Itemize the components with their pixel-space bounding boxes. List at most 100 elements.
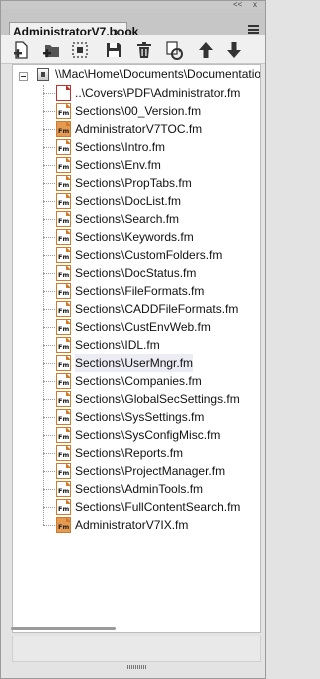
fm-file-icon: Fm — [56, 517, 71, 533]
tree-item-label: Sections\00_Version.fm — [75, 104, 202, 118]
tree-connector-branch — [43, 471, 55, 472]
panel-menu-icon[interactable] — [248, 25, 259, 34]
fm-file-icon: Fm — [56, 175, 71, 191]
tree-connector-branch — [43, 363, 55, 364]
tree-item[interactable]: Fm Sections\CustEnvWeb.fm — [13, 318, 260, 336]
tree-item[interactable]: Fm Sections\SysConfigMisc.fm — [13, 426, 260, 444]
add-folder-icon[interactable] — [41, 39, 63, 61]
tree-item[interactable]: Fm AdministratorV7IX.fm — [13, 516, 260, 534]
fm-icon-label: Fm — [58, 199, 70, 207]
tree-item-label: Sections\FullContentSearch.fm — [75, 500, 241, 514]
fm-icon-label: Fm — [58, 325, 70, 333]
tree-item[interactable]: Fm Sections\ProjectManager.fm — [13, 462, 260, 480]
fm-file-icon: Fm — [56, 319, 71, 335]
move-down-icon[interactable] — [223, 39, 245, 61]
tree-item[interactable]: Fm Sections\Intro.fm — [13, 138, 260, 156]
fm-icon-label: Fm — [58, 469, 70, 477]
tree-item-label: Sections\CustEnvWeb.fm — [75, 320, 211, 334]
fm-file-icon: Fm — [56, 499, 71, 515]
close-panel-button[interactable]: x — [253, 0, 257, 9]
tree-connector-branch — [43, 111, 55, 112]
tree-item[interactable]: Fm Sections\Search.fm — [13, 210, 260, 228]
tree-item[interactable]: Fm Sections\UserMngr.fm — [13, 354, 260, 372]
tree-connector-branch — [43, 93, 55, 94]
panel-footer — [12, 636, 261, 662]
tree-item-label: Sections\DocList.fm — [75, 194, 182, 208]
tree-connector-branch — [43, 183, 55, 184]
save-icon[interactable] — [103, 39, 125, 61]
tree-item-label: Sections\ProjectManager.fm — [75, 464, 226, 478]
tree-connector-branch — [43, 525, 55, 526]
tree-item[interactable]: Fm Sections\FullContentSearch.fm — [13, 498, 260, 516]
update-icon[interactable] — [163, 39, 185, 61]
collapse-panel-button[interactable]: << — [233, 0, 242, 9]
fm-file-icon: Fm — [56, 121, 71, 137]
tree-item-label: Sections\GlobalSecSettings.fm — [75, 392, 240, 406]
tree-item-label: Sections\Keywords.fm — [75, 230, 194, 244]
delete-icon[interactable] — [133, 39, 155, 61]
tree-item[interactable]: ..\Covers\PDF\Administrator.fm — [13, 84, 260, 102]
fm-file-icon: Fm — [56, 481, 71, 497]
tree-connector-branch — [43, 435, 55, 436]
fm-icon-label: Fm — [58, 127, 70, 135]
pdf-file-icon — [56, 85, 71, 101]
fm-file-icon: Fm — [56, 337, 71, 353]
fm-file-icon: Fm — [56, 265, 71, 281]
collapse-toggle-icon[interactable] — [19, 72, 28, 81]
tree-connector-branch — [43, 255, 55, 256]
tree-item[interactable]: Fm Sections\DocList.fm — [13, 192, 260, 210]
tree-item[interactable]: Fm Sections\Env.fm — [13, 156, 260, 174]
tree-item[interactable]: Fm Sections\FileFormats.fm — [13, 282, 260, 300]
tree-item-label: Sections\CustomFolders.fm — [75, 248, 223, 262]
fm-icon-label: Fm — [58, 505, 70, 513]
tree-item-label: ..\Covers\PDF\Administrator.fm — [75, 86, 241, 100]
tree-item-label: Sections\Intro.fm — [75, 140, 166, 154]
add-file-icon[interactable] — [11, 39, 33, 61]
horizontal-scrollbar[interactable] — [11, 627, 116, 630]
tree-item[interactable]: Fm Sections\GlobalSecSettings.fm — [13, 390, 260, 408]
fm-icon-label: Fm — [58, 163, 70, 171]
tree-item[interactable]: Fm Sections\SysSettings.fm — [13, 408, 260, 426]
root-path-label[interactable]: \\Mac\Home\Documents\Documentation\ — [55, 65, 260, 83]
book-tree[interactable]: \\Mac\Home\Documents\Documentation\ ..\C… — [12, 64, 261, 633]
tree-item[interactable]: Fm Sections\CADDFileFormats.fm — [13, 300, 260, 318]
fm-file-icon: Fm — [56, 355, 71, 371]
fm-icon-label: Fm — [58, 145, 70, 153]
tree-item[interactable]: Fm Sections\00_Version.fm — [13, 102, 260, 120]
tree-connector-branch — [43, 309, 55, 310]
tree-connector-branch — [43, 147, 55, 148]
tree-item[interactable]: Fm Sections\Keywords.fm — [13, 228, 260, 246]
tree-item[interactable]: Fm AdministratorV7TOC.fm — [13, 120, 260, 138]
fm-file-icon: Fm — [56, 193, 71, 209]
fm-file-icon: Fm — [56, 463, 71, 479]
tree-item[interactable]: Fm Sections\PropTabs.fm — [13, 174, 260, 192]
insert-icon[interactable] — [69, 39, 91, 61]
move-up-icon[interactable] — [195, 39, 217, 61]
tree-connector-branch — [43, 399, 55, 400]
tree-item[interactable]: Fm Sections\DocStatus.fm — [13, 264, 260, 282]
fm-file-icon: Fm — [56, 445, 71, 461]
panel-title-strip: << x — [1, 0, 265, 9]
fm-file-icon: Fm — [56, 229, 71, 245]
tree-connector-branch — [43, 129, 55, 130]
tree-item-label: Sections\UserMngr.fm — [75, 354, 194, 372]
fm-icon-label: Fm — [58, 523, 70, 531]
tree-item[interactable]: Fm Sections\CustomFolders.fm — [13, 246, 260, 264]
tree-item[interactable]: Fm Sections\Reports.fm — [13, 444, 260, 462]
fm-icon-label: Fm — [58, 271, 70, 279]
tree-item-label: Sections\SysConfigMisc.fm — [75, 428, 221, 442]
resize-grip-icon[interactable] — [127, 665, 147, 669]
fm-file-icon: Fm — [56, 283, 71, 299]
tree-item-label: Sections\Search.fm — [75, 212, 180, 226]
tree-item-label: AdministratorV7TOC.fm — [75, 122, 203, 136]
tree-item[interactable]: Fm Sections\IDL.fm — [13, 336, 260, 354]
tree-connector-branch — [43, 237, 55, 238]
tree-connector-branch — [43, 165, 55, 166]
fm-icon-label: Fm — [58, 433, 70, 441]
tree-connector-branch — [43, 291, 55, 292]
tab-bar: AdministratorV7.book x — [1, 9, 265, 40]
tree-item[interactable]: Fm Sections\Companies.fm — [13, 372, 260, 390]
tree-item-label: Sections\Env.fm — [75, 158, 161, 172]
fm-file-icon: Fm — [56, 301, 71, 317]
tree-item[interactable]: Fm Sections\AdminTools.fm — [13, 480, 260, 498]
